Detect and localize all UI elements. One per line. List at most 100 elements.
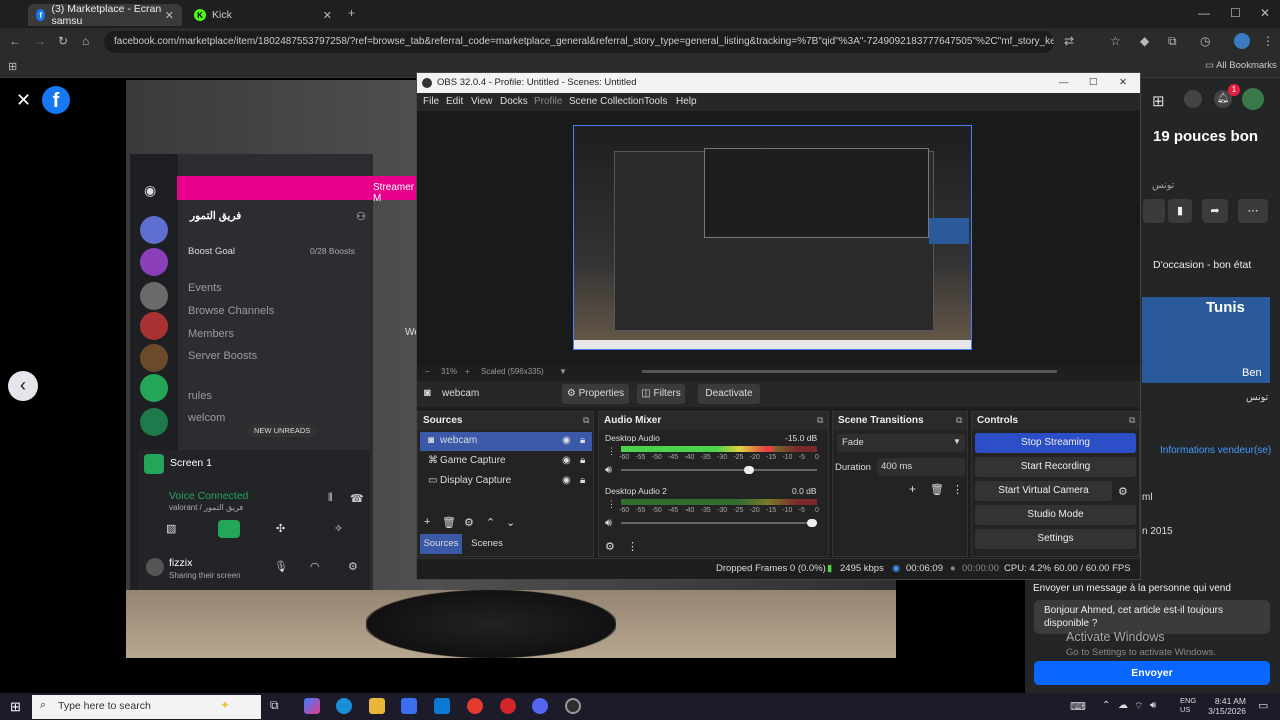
network-icon[interactable]: ⌔ <box>1134 700 1143 713</box>
back-icon[interactable]: ← <box>9 34 21 48</box>
speaker-icon[interactable]: 🔊︎ <box>605 517 612 530</box>
maximize-icon[interactable]: ☐ <box>1089 73 1098 93</box>
properties-button[interactable]: ⚙ Properties <box>562 384 629 404</box>
translate-icon[interactable]: ⇄ <box>1064 34 1074 48</box>
puzzle-icon[interactable]: ⧉ <box>1168 34 1177 49</box>
keyboard-icon[interactable]: ⌨ <box>1070 700 1086 713</box>
stop-streaming-button[interactable]: Stop Streaming <box>975 433 1136 453</box>
lock-icon[interactable]: 🔒︎ <box>580 475 585 486</box>
menu-scene-collection[interactable]: Scene Collection <box>569 96 644 107</box>
url-bar[interactable]: facebook.com/marketplace/item/1802487553… <box>104 31 1054 53</box>
obs-icon[interactable] <box>565 698 581 714</box>
listing-action-1[interactable] <box>1143 199 1165 223</box>
menu-browse-channels[interactable]: Browse Channels <box>188 305 274 317</box>
server-icon[interactable] <box>140 312 168 340</box>
start-recording-button[interactable]: Start Recording <box>975 457 1136 477</box>
extensions-icon[interactable]: ◆ <box>1140 34 1149 48</box>
clock[interactable]: 8:41 AM 3/15/2026 <box>1206 696 1246 716</box>
user-settings-icon[interactable]: ⚙ <box>348 560 358 573</box>
zoom-out-icon[interactable]: − <box>425 367 430 376</box>
volume-slider[interactable] <box>621 466 817 474</box>
server-icon[interactable] <box>140 282 168 310</box>
lock-icon[interactable]: 🔒︎ <box>580 455 585 466</box>
volume-icon[interactable]: 🔊︎ <box>1150 700 1156 711</box>
reload-icon[interactable]: ↻ <box>58 34 68 48</box>
volume-slider-handle[interactable] <box>743 466 754 474</box>
source-settings-icon[interactable]: ⚙ <box>464 516 474 529</box>
video-off-icon[interactable]: ▧ <box>166 522 176 535</box>
remove-source-icon[interactable]: 🗑︎ <box>442 516 456 529</box>
transition-menu-icon[interactable]: ⋮ <box>952 483 963 496</box>
onedrive-icon[interactable]: ☁ <box>1118 700 1128 711</box>
menu-members[interactable]: Members <box>188 328 234 340</box>
audio-options-icon[interactable]: ⋮ <box>607 446 616 457</box>
lock-icon[interactable]: 🔒︎ <box>580 435 585 446</box>
share-icon[interactable]: ➦ <box>1202 199 1228 223</box>
discord-icon[interactable] <box>532 698 548 714</box>
soundboard-icon[interactable]: ✧ <box>334 522 343 535</box>
server-icon[interactable] <box>140 344 168 372</box>
source-webcam[interactable]: webcam ◙ ◉ 🔒︎ <box>420 432 592 451</box>
virtual-camera-settings-icon[interactable]: ⚙ <box>1118 485 1128 498</box>
visibility-eye-icon[interactable]: ◉ <box>562 435 571 446</box>
close-icon[interactable]: ✕ <box>1119 73 1127 93</box>
close-viewer-icon[interactable]: ✕ <box>16 90 31 111</box>
zoom-in-icon[interactable]: + <box>465 367 470 376</box>
studio-mode-button[interactable]: Studio Mode <box>975 505 1136 525</box>
bookmark-star-icon[interactable]: ☆ <box>1110 34 1121 48</box>
more-options-icon[interactable]: ⋯ <box>1238 199 1268 223</box>
tab-sources[interactable]: Sources <box>420 534 462 554</box>
duration-input[interactable]: 400 ms <box>877 458 965 476</box>
remove-transition-icon[interactable]: 🗑︎ <box>930 483 944 496</box>
boost-goal-label[interactable]: Boost Goal <box>188 246 235 257</box>
mail-icon[interactable] <box>434 698 450 714</box>
store-icon[interactable] <box>401 698 417 714</box>
close-tab-icon[interactable]: ✕ <box>165 9 174 22</box>
file-explorer-icon[interactable] <box>369 698 385 714</box>
opera-icon[interactable] <box>500 698 516 714</box>
tab-marketplace[interactable]: f (3) Marketplace - Ecran samsu ✕ <box>28 3 182 27</box>
home-icon[interactable]: ⌂ <box>82 34 89 48</box>
apps-grid-icon[interactable]: ⊞ <box>8 60 17 73</box>
menu-help[interactable]: Help <box>676 96 697 107</box>
discord-home-icon[interactable]: ◉ <box>144 182 156 199</box>
all-bookmarks-link[interactable]: ▭ All Bookmarks <box>1205 60 1277 71</box>
show-hidden-icons[interactable]: ⌃ <box>1102 700 1110 711</box>
tab-scenes[interactable]: Scenes <box>466 534 508 554</box>
edge-icon[interactable] <box>336 698 352 714</box>
server-icon[interactable] <box>140 408 168 436</box>
menu-edit[interactable]: Edit <box>446 96 463 107</box>
scale-dropdown-icon[interactable]: ▼ <box>559 367 567 376</box>
avatar[interactable] <box>146 558 164 576</box>
signal-icon[interactable]: ⫴ <box>328 492 333 505</box>
mixer-menu-icon[interactable]: ⋮ <box>627 540 638 553</box>
settings-button[interactable]: Settings <box>975 529 1136 549</box>
undock-icon[interactable]: ⧉ <box>956 415 962 426</box>
tab-kick[interactable]: K Kick ✕ <box>186 4 340 26</box>
task-view-icon[interactable]: ⧉ <box>270 698 286 714</box>
audio-options-icon[interactable]: ⋮ <box>607 499 616 510</box>
seller-info-link[interactable]: Informations vendeur(se) <box>1160 445 1271 456</box>
server-icon[interactable] <box>140 248 168 276</box>
windows-start-icon[interactable]: ⊞ <box>10 699 21 715</box>
start-virtual-camera-button[interactable]: Start Virtual Camera <box>975 481 1112 501</box>
history-icon[interactable]: ◷ <box>1200 34 1210 48</box>
volume-slider[interactable] <box>621 519 817 527</box>
transition-select[interactable]: Fade ▼ <box>837 434 965 452</box>
menu-view[interactable]: View <box>471 96 493 107</box>
server-icon[interactable] <box>140 216 168 244</box>
move-down-icon[interactable]: ⌄ <box>506 516 515 529</box>
notification-center-icon[interactable]: ▭ <box>1258 699 1268 712</box>
minimize-icon[interactable]: — <box>1198 6 1210 20</box>
facebook-logo-icon[interactable]: f <box>42 86 70 114</box>
maximize-icon[interactable]: ☐ <box>1230 6 1241 20</box>
language-indicator[interactable]: ENG US <box>1180 696 1196 714</box>
menu-docks[interactable]: Docks <box>500 96 528 107</box>
minimize-icon[interactable]: — <box>1059 73 1069 93</box>
share-screen-button[interactable] <box>218 520 240 538</box>
deactivate-button[interactable]: Deactivate <box>698 384 760 404</box>
save-icon[interactable]: ▮ <box>1168 199 1192 223</box>
microphone-icon[interactable]: 🎙︎ <box>274 560 288 573</box>
add-source-icon[interactable]: + <box>424 516 430 528</box>
menu-profile[interactable]: Profile <box>534 96 562 107</box>
